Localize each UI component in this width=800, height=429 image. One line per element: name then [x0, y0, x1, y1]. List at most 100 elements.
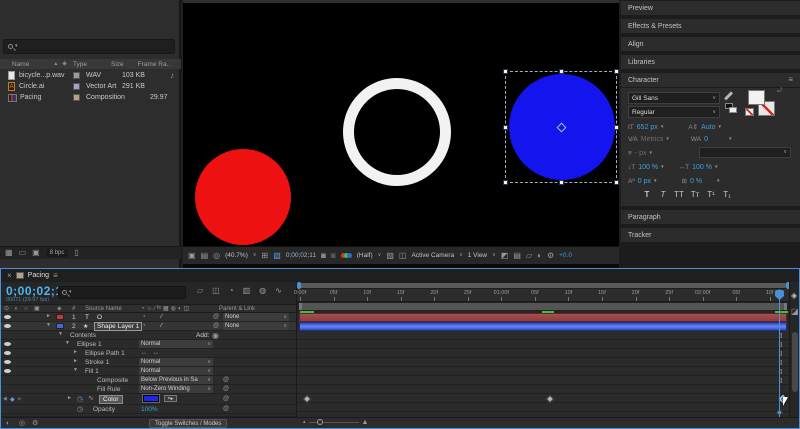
- subscript-button[interactable]: T₁: [719, 190, 735, 199]
- expand-icon[interactable]: ►: [67, 396, 72, 401]
- panel-header-tracker[interactable]: Tracker: [621, 228, 800, 242]
- stroke-style-dropdown[interactable]: ∨: [699, 147, 791, 158]
- tab-menu-icon[interactable]: ≡: [53, 272, 58, 280]
- contents-row[interactable]: ▼ Contents Add: ◉: [1, 331, 296, 340]
- collapse-icon[interactable]: ▼: [58, 332, 63, 337]
- timeline-button-icon[interactable]: ▤: [513, 252, 521, 260]
- frame-blending-icon[interactable]: ▥: [243, 287, 251, 295]
- label-column-icon[interactable]: ◈: [62, 61, 67, 67]
- swap-fill-stroke-icon[interactable]: ⤾: [777, 88, 782, 94]
- quality-toggle[interactable]: ∕: [161, 314, 162, 320]
- panel-header-libraries[interactable]: Libraries: [621, 55, 800, 69]
- view-dropdown[interactable]: Active Camera: [411, 252, 454, 259]
- sort-asc-icon[interactable]: ▲: [53, 62, 58, 67]
- zoom-slider-track[interactable]: [309, 422, 359, 423]
- eye-toggle[interactable]: [4, 360, 11, 364]
- trash-icon[interactable]: ▯: [74, 249, 78, 257]
- project-item-vector[interactable]: A Circle.ai Vector Art 291 KB: [0, 81, 181, 92]
- red-circle-shape[interactable]: [195, 149, 291, 245]
- bit-depth-button[interactable]: 8 bpc: [46, 249, 69, 257]
- hide-shy-layers-icon[interactable]: ◔: [229, 287, 234, 295]
- layer-bar-red[interactable]: [299, 313, 787, 322]
- navigator-bar[interactable]: [299, 283, 787, 288]
- layer-label-color[interactable]: [56, 323, 64, 329]
- default-fill-swatch[interactable]: [729, 107, 737, 113]
- selection-handle[interactable]: [614, 180, 619, 185]
- eye-toggle[interactable]: [4, 324, 11, 328]
- comp-marker-bin-icon[interactable]: ◈: [791, 292, 797, 300]
- selection-handle[interactable]: [614, 69, 619, 74]
- pickwhip-icon[interactable]: @: [223, 396, 229, 402]
- project-search-input[interactable]: ▾: [3, 39, 175, 54]
- timeline-search-input[interactable]: ▾: [58, 286, 186, 299]
- quality-toggle[interactable]: ∕: [161, 323, 162, 329]
- magnification-dropdown[interactable]: (40.7%): [225, 252, 248, 259]
- constrain-icon[interactable]: ↔: [153, 350, 159, 356]
- viewer-timecode[interactable]: 0;00;02;11: [286, 252, 316, 259]
- pickwhip-icon[interactable]: @: [223, 386, 229, 392]
- exposure-value[interactable]: +0.0: [559, 252, 572, 259]
- layer-label-color[interactable]: [56, 314, 64, 320]
- expand-icon[interactable]: ►: [46, 314, 51, 319]
- eye-toggle[interactable]: [4, 315, 11, 319]
- resolution-dropdown[interactable]: (Half): [357, 252, 373, 259]
- show-channels-icon[interactable]: [341, 253, 352, 258]
- caret-icon[interactable]: ▾: [729, 137, 732, 142]
- col-parent-link[interactable]: Parent & Link: [219, 306, 255, 312]
- font-family-dropdown[interactable]: Gill Sans∨: [628, 92, 720, 104]
- font-size-value[interactable]: 652 px: [637, 124, 658, 131]
- parent-dropdown[interactable]: None∨: [223, 313, 289, 321]
- flowchart-icon[interactable]: ▱: [526, 252, 532, 260]
- stroke-width-value[interactable]: - px: [635, 150, 647, 157]
- fast-preview-icon[interactable]: ◩: [501, 252, 509, 260]
- caret-icon[interactable]: ▾: [719, 125, 722, 130]
- panel-header-preview[interactable]: Preview: [621, 1, 800, 15]
- comp-mini-flowchart-icon[interactable]: ▱: [197, 287, 203, 295]
- graph-icon[interactable]: ∿: [88, 395, 94, 402]
- blend-mode-dropdown[interactable]: Normal∨: [139, 340, 213, 348]
- caret-icon[interactable]: ▾: [717, 179, 720, 184]
- monitor-icon[interactable]: ▤: [201, 252, 209, 260]
- fill-rule-row[interactable]: Fill Rule Non-Zero Winding∨ @: [1, 385, 296, 394]
- timeline-tab-label[interactable]: Pacing: [28, 272, 49, 279]
- color-keyframe[interactable]: [546, 395, 554, 403]
- transparency-grid-icon[interactable]: ▨: [386, 252, 394, 260]
- view-layout-dropdown[interactable]: 1 View: [468, 252, 487, 259]
- time-navigator[interactable]: [297, 282, 790, 289]
- panel-menu-icon[interactable]: ≡: [788, 76, 793, 84]
- layer-row-shape-layer-1[interactable]: ▼ 2 ★ Shape Layer 1 ◔ ∕ @ None∨: [1, 322, 296, 331]
- graph-editor-icon[interactable]: ∿: [275, 287, 282, 295]
- caret-icon[interactable]: ▾: [661, 125, 664, 130]
- add-shape-icon[interactable]: ◉: [212, 332, 219, 340]
- label-chip[interactable]: [73, 72, 80, 79]
- keyframe-at-time-icon[interactable]: ◆: [10, 396, 15, 403]
- stopwatch-icon[interactable]: ◷: [77, 395, 83, 403]
- parent-pickwhip-icon[interactable]: @: [213, 323, 219, 329]
- always-preview-icon[interactable]: ▣: [188, 252, 196, 260]
- expand-in-out-icon[interactable]: ⚙: [32, 420, 38, 427]
- caret-icon[interactable]: ∨: [459, 253, 463, 258]
- prev-keyframe-icon[interactable]: ◀: [3, 396, 7, 402]
- faux-bold-button[interactable]: T: [639, 190, 655, 199]
- vertical-scrollbar[interactable]: [792, 332, 798, 392]
- caret-icon[interactable]: ▾: [666, 137, 669, 142]
- project-item-audio[interactable]: bicycle...p.wav WAV 103 KB ♪: [0, 70, 181, 81]
- expand-layer-switches-icon[interactable]: ◐: [6, 420, 10, 427]
- layer-name[interactable]: O: [97, 314, 102, 321]
- anchor-point[interactable]: [557, 123, 567, 133]
- layer-name-selected[interactable]: Shape Layer 1: [94, 322, 142, 331]
- caret-icon[interactable]: ∨: [253, 253, 257, 258]
- grid-guides-icon[interactable]: ⊞: [262, 252, 269, 260]
- small-caps-button[interactable]: Tᴛ: [687, 190, 703, 199]
- next-keyframe-icon[interactable]: ▶: [18, 396, 22, 402]
- leading-value[interactable]: Auto: [701, 124, 715, 131]
- expand-icon[interactable]: ►: [73, 359, 78, 364]
- pickwhip-icon[interactable]: @: [223, 406, 229, 412]
- show-snapshot-icon[interactable]: ◙: [331, 252, 336, 260]
- blend-mode-dropdown[interactable]: Normal∨: [139, 358, 213, 366]
- new-composition-icon[interactable]: ▣: [32, 249, 40, 257]
- region-of-interest-icon[interactable]: ▧: [273, 252, 281, 260]
- vr-icon[interactable]: ◎: [213, 252, 220, 260]
- fill-color-swatch[interactable]: [748, 90, 765, 105]
- col-frame-rate[interactable]: Frame Ra..: [138, 61, 171, 68]
